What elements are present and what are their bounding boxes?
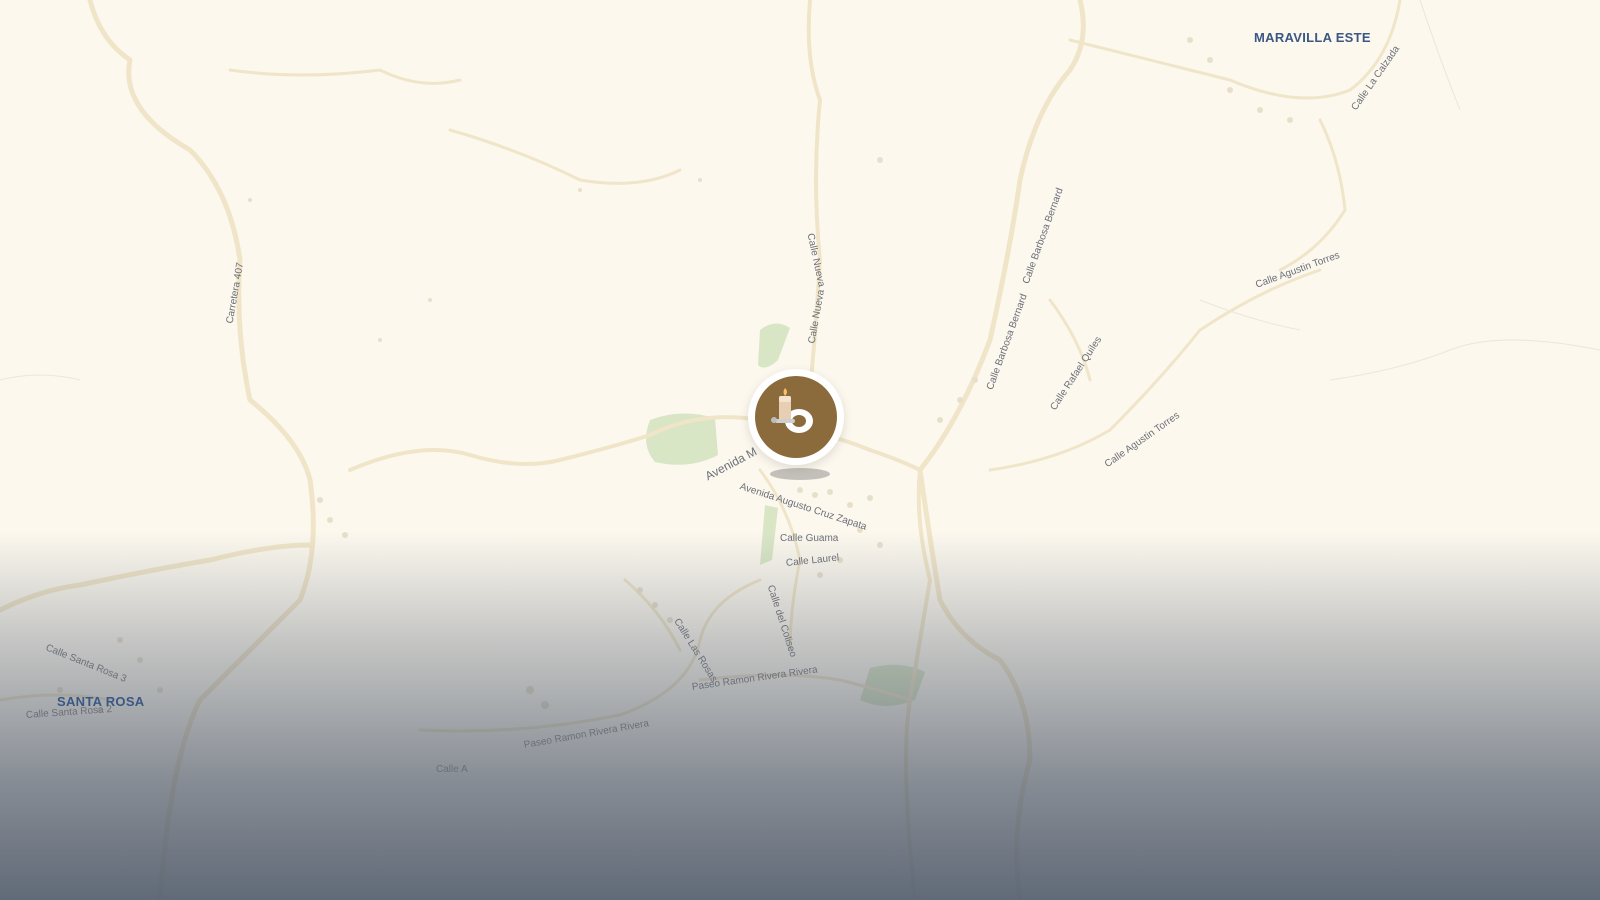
candle-icon [771, 388, 813, 433]
street-label: Calle Guama [780, 533, 839, 544]
marker-badge [755, 376, 837, 458]
area-label-maravilla-este: MARAVILLA ESTE [1254, 30, 1371, 45]
marker-shadow [770, 468, 830, 480]
street-label: Calle A [436, 764, 468, 775]
location-marker[interactable] [748, 369, 844, 465]
